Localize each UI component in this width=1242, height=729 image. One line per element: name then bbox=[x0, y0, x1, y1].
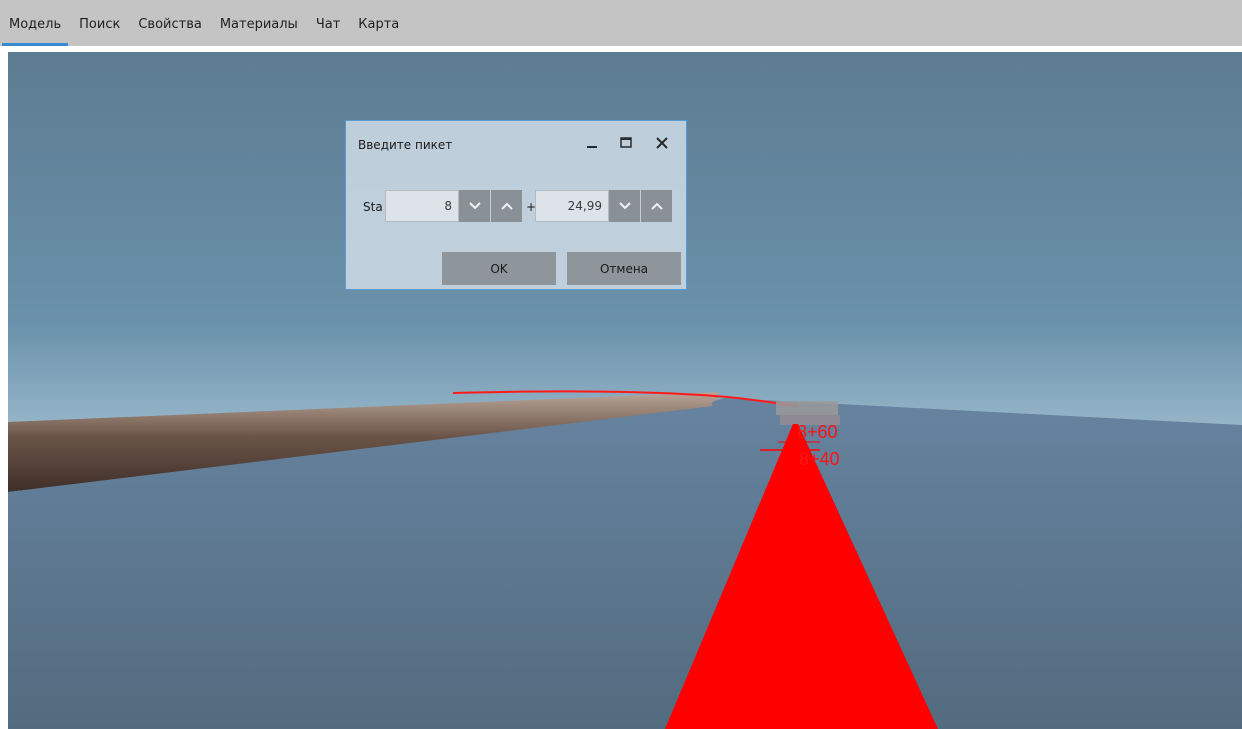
station-label-860: 8+60 bbox=[797, 422, 838, 442]
offset-increment-button[interactable] bbox=[641, 190, 672, 222]
sta-label: Sta bbox=[363, 200, 383, 214]
minimize-icon bbox=[587, 146, 597, 148]
distant-label-block bbox=[776, 401, 838, 415]
tab-properties[interactable]: Свойства bbox=[129, 0, 211, 46]
station-dialog: Введите пикет Sta + OK Отмена bbox=[345, 120, 687, 290]
dialog-title: Введите пикет bbox=[358, 138, 453, 152]
tab-model[interactable]: Модель bbox=[0, 0, 70, 46]
tab-materials[interactable]: Материалы bbox=[211, 0, 307, 46]
ok-button[interactable]: OK bbox=[442, 252, 556, 285]
cancel-button[interactable]: Отмена bbox=[567, 252, 681, 285]
minimize-button[interactable] bbox=[576, 129, 608, 157]
chevron-down-icon bbox=[618, 202, 631, 210]
station-increment-button[interactable] bbox=[491, 190, 522, 222]
tab-chat[interactable]: Чат bbox=[307, 0, 349, 46]
close-button[interactable] bbox=[646, 129, 678, 157]
maximize-icon bbox=[620, 137, 632, 148]
maximize-button[interactable] bbox=[610, 129, 642, 157]
station-decrement-button[interactable] bbox=[459, 190, 490, 222]
station-input[interactable] bbox=[385, 190, 459, 222]
chevron-up-icon bbox=[500, 202, 513, 210]
offset-input[interactable] bbox=[535, 190, 609, 222]
chevron-up-icon bbox=[650, 202, 663, 210]
tab-search[interactable]: Поиск bbox=[70, 0, 129, 46]
close-icon bbox=[656, 137, 668, 149]
chevron-down-icon bbox=[468, 202, 481, 210]
tab-map[interactable]: Карта bbox=[349, 0, 408, 46]
menu-bar: Модель Поиск Свойства Материалы Чат Карт… bbox=[0, 0, 1242, 46]
offset-decrement-button[interactable] bbox=[609, 190, 640, 222]
station-label-840: 8+40 bbox=[799, 449, 840, 469]
